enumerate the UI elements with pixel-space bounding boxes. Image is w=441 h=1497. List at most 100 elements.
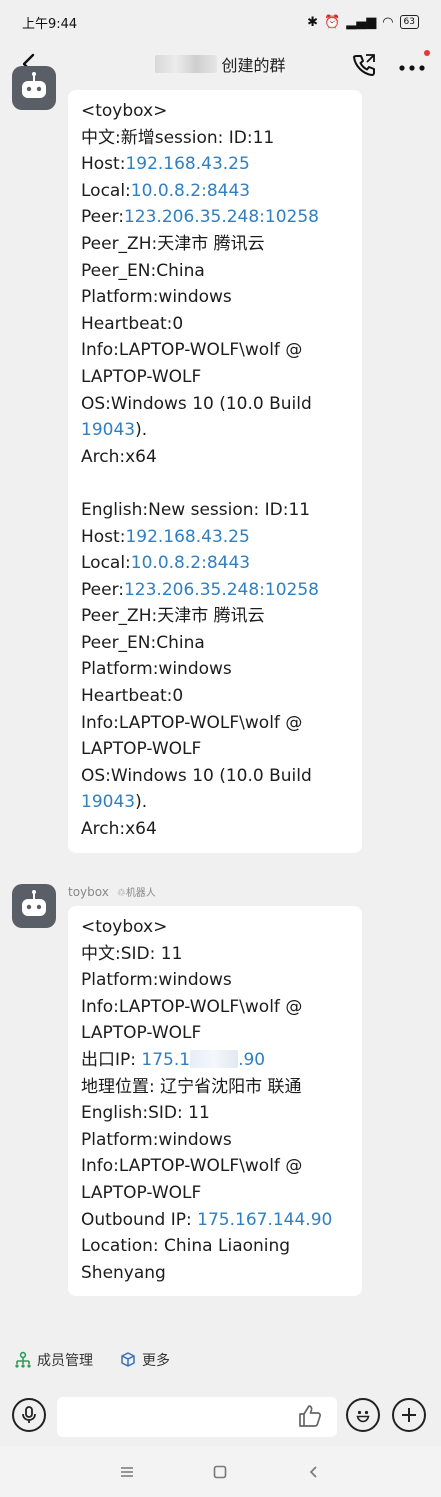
signal-icon: ▂▄▆ — [346, 14, 377, 30]
message-line: OS:Windows 10 (10.0 Build — [81, 393, 312, 414]
message-line: Platform:windows — [81, 659, 232, 680]
message-line: Local:10.0.8.2:8443 — [81, 178, 350, 205]
more-label: 更多 — [142, 1353, 170, 1369]
emoji-button[interactable] — [346, 1398, 380, 1432]
bot-tag: ♲机器人 — [117, 884, 156, 899]
message-line: Peer_ZH:天津市 腾讯云 — [81, 606, 265, 627]
message-line: OS:Windows 10 (10.0 Build — [81, 765, 312, 786]
message-line: Info:LAPTOP-WOLF\wolf @ — [81, 1156, 303, 1177]
link-value[interactable]: 10.0.8.2:8443 — [131, 553, 250, 573]
more-options-button[interactable] — [397, 50, 430, 78]
message-line: 中文:SID: 11 — [81, 943, 183, 964]
sender-name: toybox — [68, 884, 109, 899]
chat-header: 创建的群 — [0, 44, 441, 84]
message-line: Host:192.168.43.25 — [81, 151, 350, 178]
input-bar — [0, 1394, 441, 1440]
message-line: LAPTOP-WOLF — [81, 739, 202, 760]
robot-icon — [22, 890, 46, 916]
status-bar: 上午9:44 ✱ ⏰ ▂▄▆ ◠ 63 — [0, 0, 441, 44]
voice-button[interactable] — [12, 1398, 46, 1432]
message-line: Peer_ZH:天津市 腾讯云 — [81, 233, 265, 254]
status-time: 上午9:44 — [22, 16, 78, 32]
line-label: Host: — [81, 526, 126, 547]
message-bubble[interactable]: <toybox> 中文:新增session: ID:11 Host:192.168.… — [68, 90, 362, 853]
message-line: Heartbeat:0 — [81, 313, 184, 334]
members-icon — [15, 1351, 31, 1368]
home-icon[interactable] — [212, 1464, 228, 1480]
message-line — [81, 470, 350, 497]
member-management-label: 成员管理 — [37, 1353, 93, 1369]
robot-icon — [22, 72, 46, 98]
link-value[interactable]: 123.206.35.248:10258 — [124, 207, 319, 227]
bluetooth-icon: ✱ — [307, 14, 319, 30]
menu-icon[interactable] — [119, 1465, 135, 1479]
plus-icon — [402, 1408, 416, 1422]
thumbs-up-icon[interactable] — [296, 1402, 324, 1430]
message-line: LAPTOP-WOLF — [81, 1182, 202, 1203]
microphone-icon — [22, 1406, 36, 1423]
link-value[interactable]: 123.206.35.248:10258 — [124, 580, 319, 600]
message-bubble[interactable]: <toybox> 中文:SID: 11 Platform:windows Info:L… — [68, 906, 362, 1297]
message-line: Platform:windows — [81, 287, 232, 308]
link-value[interactable]: 19043 — [81, 792, 135, 812]
link-value[interactable]: 192.168.43.25 — [125, 527, 249, 547]
message-line: Heartbeat:0 — [81, 686, 184, 707]
link-value[interactable]: 192.168.43.25 — [125, 154, 249, 174]
system-nav-bar — [0, 1446, 441, 1497]
message-line: Shenyang — [81, 1262, 166, 1283]
back-nav-icon[interactable] — [306, 1464, 322, 1480]
more-dots-icon — [399, 65, 425, 71]
wifi-icon: ◠ — [382, 14, 394, 30]
message-line: Outbound IP: 175.167.144.90 — [81, 1207, 350, 1234]
redacted-ip — [190, 1049, 239, 1068]
notification-dot — [424, 50, 430, 56]
chat-title-text: 创建的群 — [221, 56, 286, 75]
link-value[interactable]: .90 — [238, 1050, 265, 1070]
message-line: Peer_EN:China — [81, 632, 205, 653]
message-line: English:New session: ID:11 — [81, 499, 311, 520]
message-line: Info:LAPTOP-WOLF\wolf @ — [81, 340, 303, 361]
more-button[interactable]: 更多 — [119, 1350, 170, 1370]
emoji-icon — [356, 1410, 370, 1423]
message-line: Arch:x64 — [81, 819, 157, 840]
status-icons: ✱ ⏰ ▂▄▆ ◠ 63 — [307, 15, 419, 30]
line-label: Host: — [81, 154, 126, 175]
message-line: Local:10.0.8.2:8443 — [81, 550, 350, 577]
bot-tag-label: 机器人 — [125, 888, 156, 899]
message-line: English:SID: 11 — [81, 1103, 210, 1124]
line-label: 出口IP: — [81, 1049, 142, 1070]
link-value[interactable]: 10.0.8.2:8443 — [131, 181, 250, 201]
add-button[interactable] — [392, 1398, 426, 1432]
link-value[interactable]: 19043 — [81, 420, 135, 440]
message-line: 中文:新增session: ID:11 — [81, 127, 275, 148]
line-suffix: ). — [135, 420, 148, 441]
redacted-name — [155, 55, 218, 73]
line-label: Outbound IP: — [81, 1209, 198, 1230]
message-line: LAPTOP-WOLF — [81, 366, 202, 387]
message-line: Platform:windows — [81, 1129, 232, 1150]
member-management-button[interactable]: 成员管理 — [14, 1350, 93, 1370]
message-line: Peer:123.206.35.248:10258 — [81, 577, 350, 604]
message-sender: toybox ♲机器人 — [68, 884, 156, 900]
battery-icon: 63 — [399, 15, 419, 29]
line-suffix: ). — [135, 792, 148, 813]
quick-actions: 成员管理 更多 — [14, 1350, 170, 1370]
line-label: Peer: — [81, 207, 124, 228]
cube-icon — [121, 1352, 135, 1367]
link-value[interactable]: 175.1 — [141, 1050, 190, 1070]
line-label: Local: — [81, 180, 131, 201]
message-input[interactable] — [57, 1397, 337, 1437]
message-line: <toybox> — [81, 917, 168, 937]
message-line: Info:LAPTOP-WOLF\wolf @ — [81, 996, 303, 1017]
line-label: Local: — [81, 553, 131, 574]
message-line: 地理位置: 辽宁省沈阳市 联通 — [81, 1076, 302, 1097]
message-line: 19043). — [81, 417, 350, 444]
bot-avatar[interactable] — [12, 884, 56, 928]
bot-avatar[interactable] — [12, 66, 56, 110]
message-line: <toybox> — [81, 101, 168, 121]
alarm-icon: ⏰ — [324, 14, 341, 30]
message-line: Host:192.168.43.25 — [81, 524, 350, 551]
link-value[interactable]: 175.167.144.90 — [197, 1210, 332, 1230]
chat-title: 创建的群 — [155, 52, 286, 76]
call-icon[interactable] — [351, 52, 377, 78]
